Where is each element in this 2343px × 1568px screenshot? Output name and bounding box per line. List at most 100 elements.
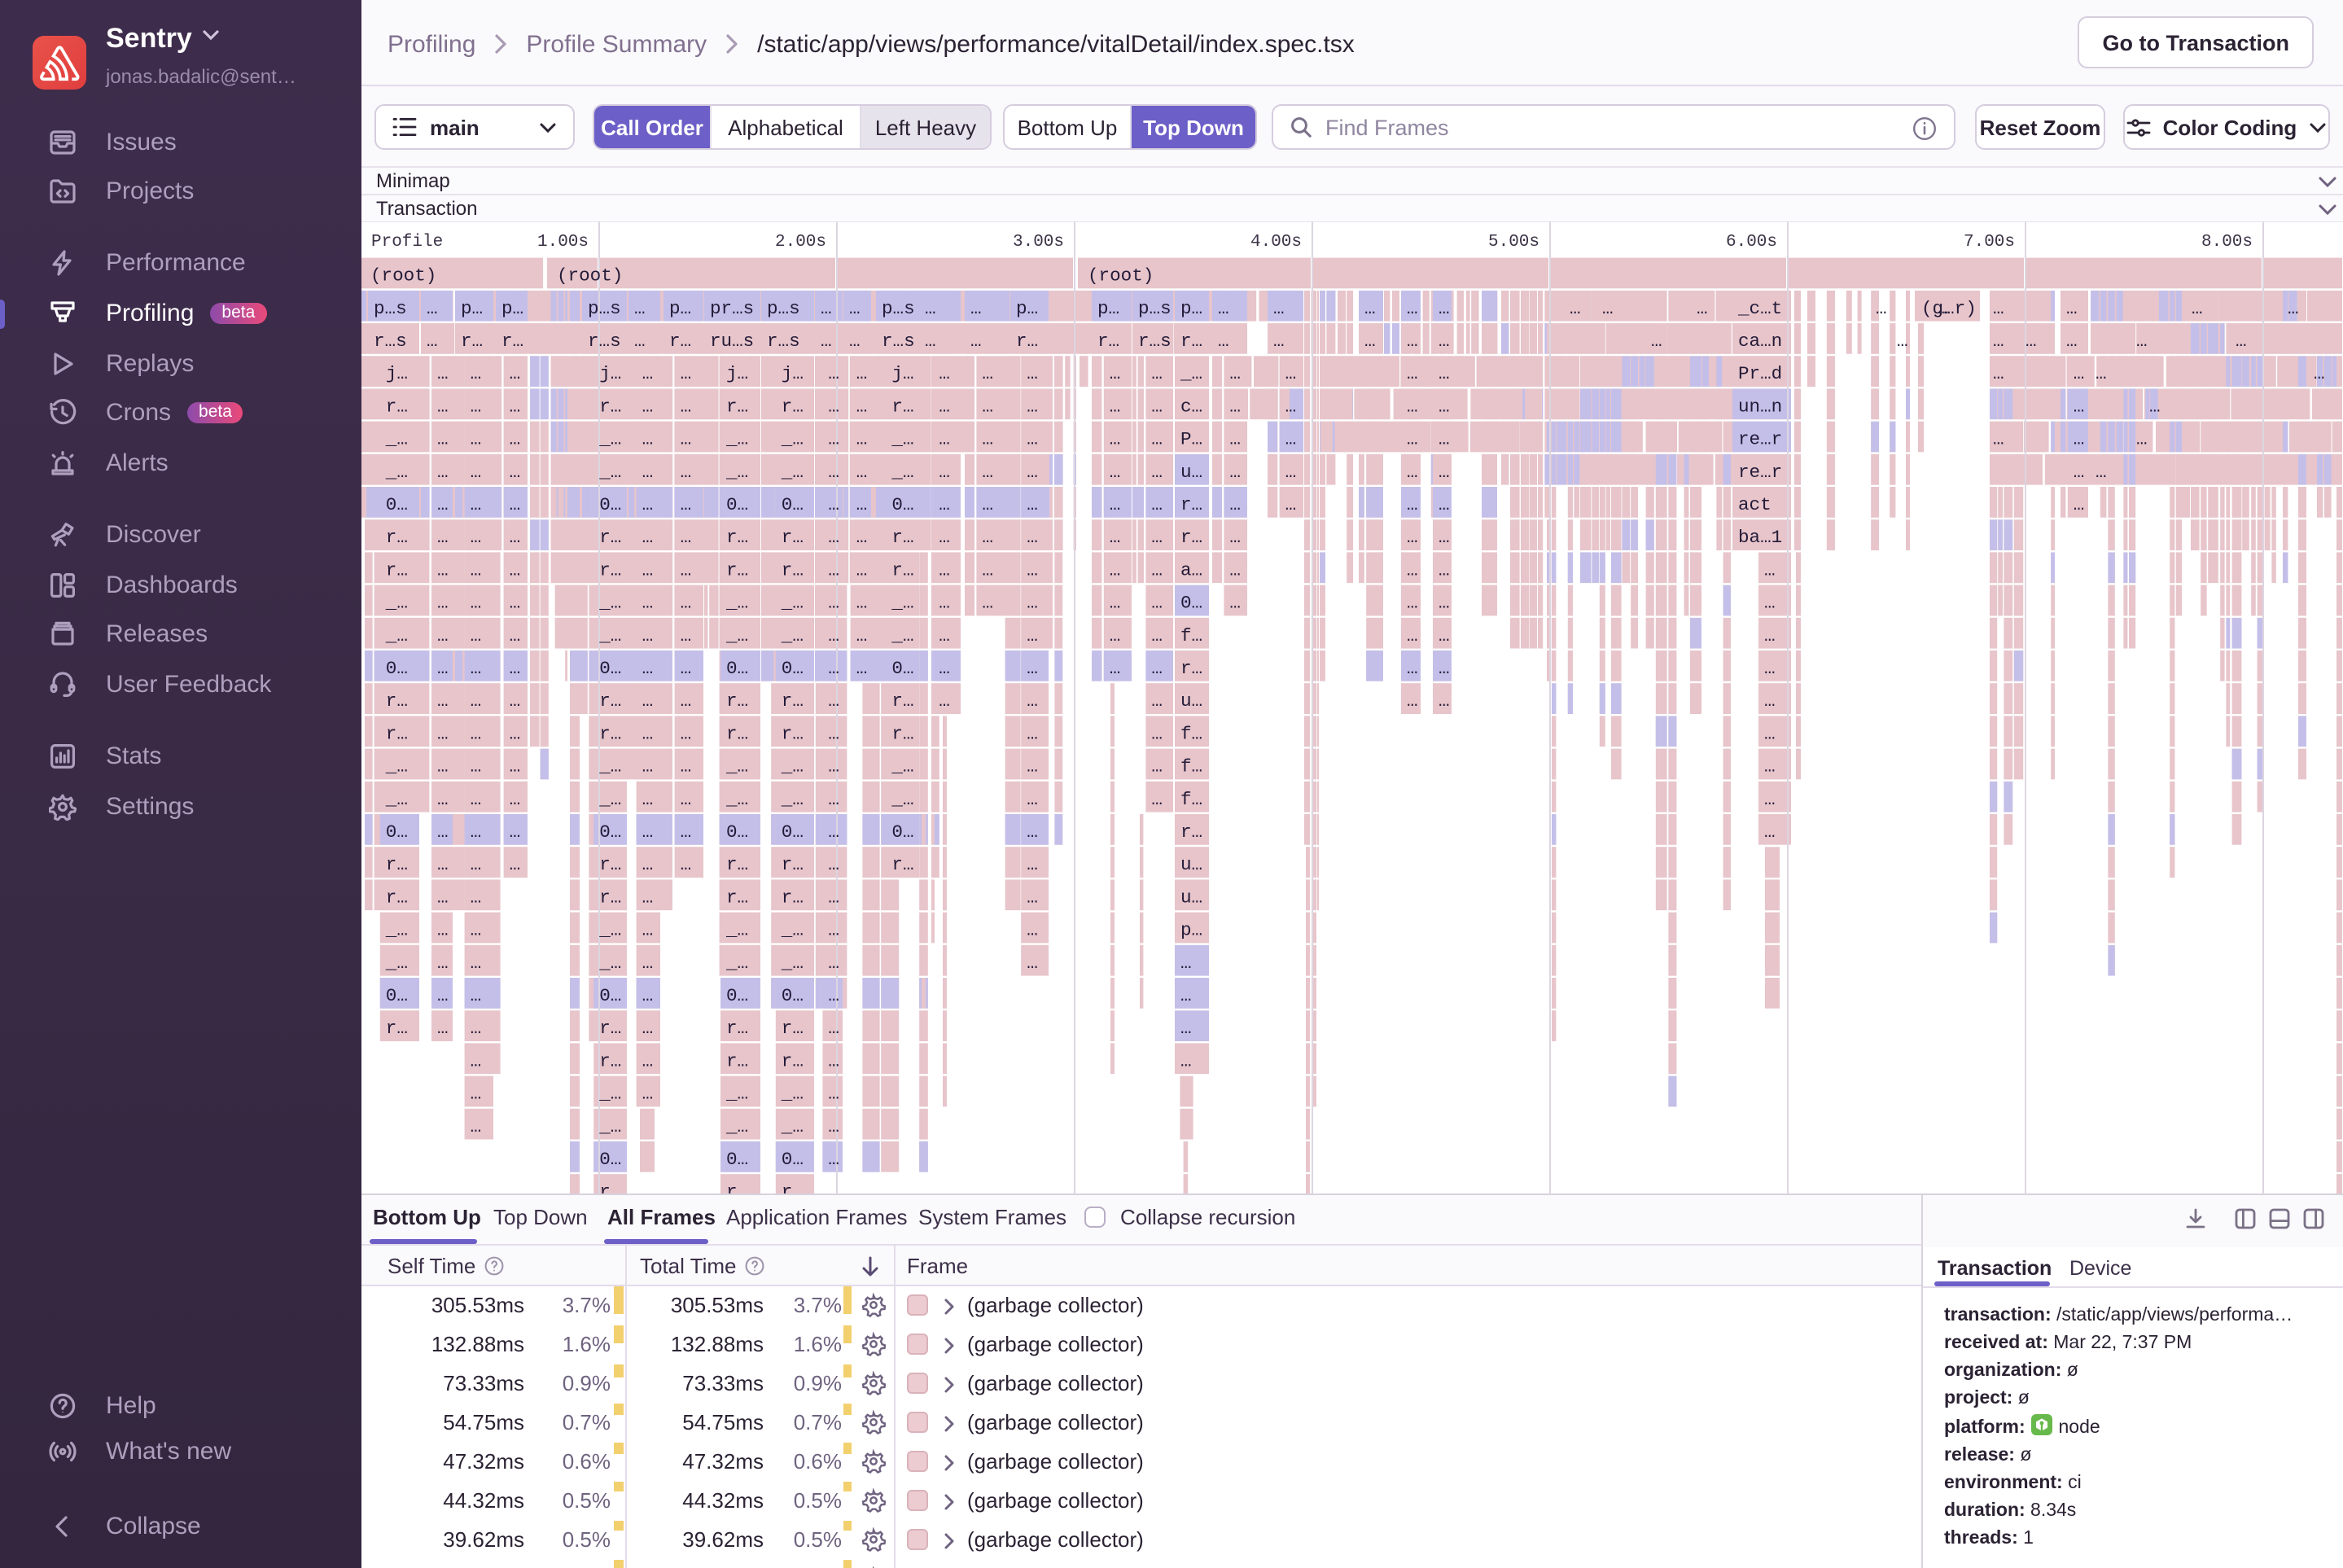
svg-text:0…: 0… bbox=[891, 658, 913, 679]
svg-text:r…: r… bbox=[1016, 331, 1038, 352]
svg-text:…: … bbox=[642, 723, 654, 744]
svg-text:_…: _… bbox=[725, 756, 748, 777]
svg-text:…: … bbox=[642, 789, 654, 810]
svg-text:_…: _… bbox=[781, 429, 804, 450]
svg-text:u…: u… bbox=[1180, 887, 1202, 908]
svg-text:r…: r… bbox=[782, 1181, 804, 1194]
svg-text:…: … bbox=[471, 690, 482, 712]
svg-text:…: … bbox=[681, 396, 692, 417]
svg-text:…: … bbox=[634, 331, 646, 352]
svg-text:…: … bbox=[828, 887, 839, 908]
svg-text:…: … bbox=[1285, 429, 1297, 450]
svg-text:re…r: re…r bbox=[1738, 462, 1782, 483]
svg-text:…: … bbox=[1407, 690, 1418, 712]
svg-text:…: … bbox=[849, 298, 861, 319]
svg-text:…: … bbox=[939, 559, 950, 580]
svg-text:…: … bbox=[510, 625, 521, 646]
svg-text:…: … bbox=[1439, 331, 1450, 352]
svg-text:0…: 0… bbox=[726, 985, 748, 1006]
svg-text:…: … bbox=[681, 789, 692, 810]
svg-text:…: … bbox=[828, 658, 839, 679]
svg-text:…: … bbox=[1151, 625, 1163, 646]
svg-text:r…: r… bbox=[726, 887, 748, 908]
svg-text:_…: _… bbox=[781, 1084, 804, 1105]
svg-text:r…: r… bbox=[782, 887, 804, 908]
svg-text:…: … bbox=[471, 953, 482, 974]
svg-text:…: … bbox=[939, 494, 950, 515]
svg-text:…: … bbox=[939, 429, 950, 450]
svg-text:…: … bbox=[437, 527, 449, 548]
svg-text:…: … bbox=[471, 887, 482, 908]
svg-text:(root): (root) bbox=[557, 265, 623, 287]
svg-text:…: … bbox=[1273, 331, 1285, 352]
svg-text:…: … bbox=[856, 625, 868, 646]
svg-text:r…: r… bbox=[599, 854, 621, 875]
svg-text:_…: _… bbox=[725, 789, 748, 810]
svg-text:…: … bbox=[1027, 854, 1038, 875]
svg-text:_…: _… bbox=[385, 756, 408, 777]
svg-text:…: … bbox=[939, 462, 950, 483]
svg-text:…: … bbox=[1439, 429, 1450, 450]
svg-text:…: … bbox=[681, 527, 692, 548]
svg-text:…: … bbox=[1027, 920, 1038, 941]
svg-text:…: … bbox=[1407, 396, 1418, 417]
svg-text:…: … bbox=[939, 396, 950, 417]
svg-text:…: … bbox=[1439, 690, 1450, 712]
svg-text:r…: r… bbox=[386, 854, 408, 875]
svg-text:ru…s: ru…s bbox=[710, 331, 754, 352]
svg-text:…: … bbox=[437, 494, 449, 515]
svg-text:0…: 0… bbox=[726, 1149, 748, 1170]
svg-text:…: … bbox=[1602, 298, 1614, 319]
svg-text:Profile: Profile bbox=[371, 233, 443, 252]
svg-text:re…r: re…r bbox=[1738, 429, 1782, 450]
svg-text:…: … bbox=[437, 953, 449, 974]
svg-text:…: … bbox=[1439, 494, 1450, 515]
svg-text:…: … bbox=[1764, 821, 1776, 843]
svg-text:…: … bbox=[1151, 593, 1163, 614]
svg-text:…: … bbox=[982, 527, 993, 548]
svg-text:_…: _… bbox=[598, 429, 621, 450]
svg-text:_…: _… bbox=[385, 789, 408, 810]
svg-text:…: … bbox=[970, 331, 982, 352]
svg-text:act: act bbox=[1738, 494, 1771, 515]
svg-text:r…: r… bbox=[386, 396, 408, 417]
svg-text:…: … bbox=[856, 429, 868, 450]
svg-text:0…: 0… bbox=[726, 658, 748, 679]
svg-text:_…: _… bbox=[598, 462, 621, 483]
svg-text:…: … bbox=[510, 527, 521, 548]
svg-text:…: … bbox=[1151, 756, 1163, 777]
svg-text:…: … bbox=[828, 690, 839, 712]
svg-text:_…: _… bbox=[598, 920, 621, 941]
svg-text:…: … bbox=[1110, 593, 1121, 614]
svg-text:…: … bbox=[427, 298, 438, 319]
svg-text:_…: _… bbox=[725, 953, 748, 974]
svg-text:…: … bbox=[821, 298, 832, 319]
svg-text:r…: r… bbox=[669, 331, 691, 352]
svg-text:…: … bbox=[1027, 429, 1038, 450]
svg-text:r…: r… bbox=[726, 1181, 748, 1194]
svg-text:0…: 0… bbox=[782, 821, 804, 843]
svg-text:r…s: r…s bbox=[588, 331, 621, 352]
svg-text:p…: p… bbox=[1016, 298, 1038, 319]
svg-text:f…: f… bbox=[1180, 625, 1202, 646]
svg-text:_…: _… bbox=[725, 462, 748, 483]
svg-text:…: … bbox=[642, 559, 654, 580]
svg-text:…: … bbox=[1273, 298, 1285, 319]
svg-text:…: … bbox=[471, 625, 482, 646]
svg-text:0…: 0… bbox=[782, 1149, 804, 1170]
svg-text:…: … bbox=[1027, 658, 1038, 679]
svg-text:…: … bbox=[642, 854, 654, 875]
svg-text:…: … bbox=[1407, 363, 1418, 384]
svg-text:…: … bbox=[2288, 298, 2299, 319]
svg-text:r…: r… bbox=[386, 887, 408, 908]
svg-text:…: … bbox=[642, 1050, 654, 1071]
svg-text:Pr…d: Pr…d bbox=[1738, 363, 1782, 384]
svg-text:j…: j… bbox=[782, 363, 804, 384]
svg-text:…: … bbox=[1439, 559, 1450, 580]
svg-text:…: … bbox=[828, 821, 839, 843]
svg-text:p…s: p…s bbox=[882, 298, 915, 319]
svg-text:…: … bbox=[828, 985, 839, 1006]
svg-text:ca…n: ca…n bbox=[1738, 331, 1782, 352]
svg-text:r…: r… bbox=[599, 887, 621, 908]
svg-text:_…: _… bbox=[725, 429, 748, 450]
